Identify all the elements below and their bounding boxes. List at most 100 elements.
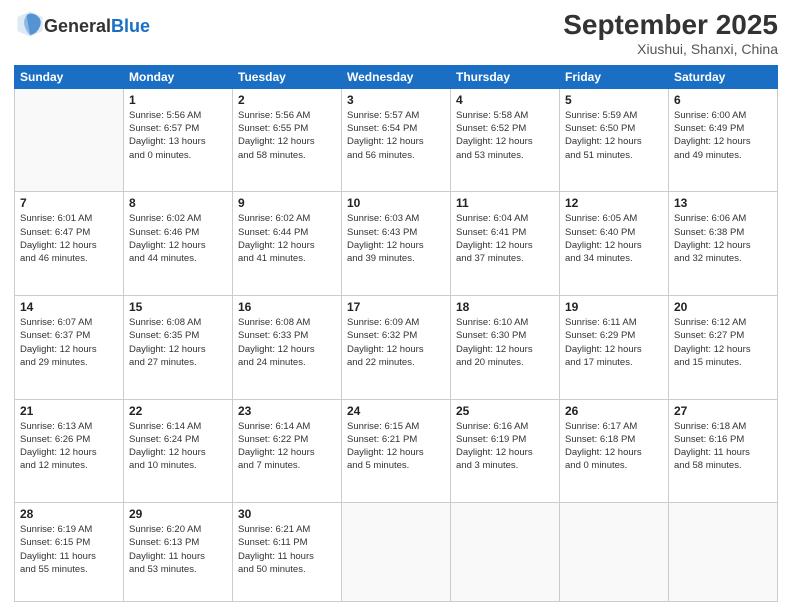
day-number: 24 (347, 404, 445, 418)
day-info: Sunrise: 6:15 AM Sunset: 6:21 PM Dayligh… (347, 420, 445, 473)
day-number: 11 (456, 196, 554, 210)
calendar-cell: 7 Sunrise: 6:01 AM Sunset: 6:47 PM Daylig… (15, 192, 124, 296)
calendar-cell: 21Sunrise: 6:13 AM Sunset: 6:26 PM Dayli… (15, 399, 124, 503)
calendar-cell: 30 Sunrise: 6:21 AM Sunset: 6:11 PM Dayli… (233, 503, 342, 602)
calendar-cell (342, 503, 451, 602)
calendar-week-1: 1Sunrise: 5:56 AM Sunset: 6:57 PM Daylig… (15, 88, 778, 192)
calendar-body: 1Sunrise: 5:56 AM Sunset: 6:57 PM Daylig… (15, 88, 778, 601)
day-number: 22 (129, 404, 227, 418)
day-number: 27 (674, 404, 772, 418)
day-info: Sunrise: 6:20 AM Sunset: 6:13 PM Dayligh… (129, 523, 227, 576)
day-number: 30 (238, 507, 336, 521)
calendar-week-2: 7 Sunrise: 6:01 AM Sunset: 6:47 PM Daylig… (15, 192, 778, 296)
day-number: 25 (456, 404, 554, 418)
day-info: Sunrise: 6:02 AM Sunset: 6:44 PM Dayligh… (238, 212, 336, 265)
calendar-cell: 5 Sunrise: 5:59 AM Sunset: 6:50 PM Daylig… (560, 88, 669, 192)
day-number: 2 (238, 93, 336, 107)
day-info: Sunrise: 6:17 AM Sunset: 6:18 PM Dayligh… (565, 420, 663, 473)
calendar-cell: 29 Sunrise: 6:20 AM Sunset: 6:13 PM Dayli… (124, 503, 233, 602)
calendar-cell (451, 503, 560, 602)
logo-blue: Blue (111, 17, 150, 35)
day-number: 21 (20, 404, 118, 418)
calendar-cell: 1Sunrise: 5:56 AM Sunset: 6:57 PM Daylig… (124, 88, 233, 192)
calendar-cell: 13 Sunrise: 6:06 AM Sunset: 6:38 PM Dayli… (669, 192, 778, 296)
day-header-friday: Friday (560, 65, 669, 88)
calendar-week-4: 21Sunrise: 6:13 AM Sunset: 6:26 PM Dayli… (15, 399, 778, 503)
day-number: 9 (238, 196, 336, 210)
day-number: 3 (347, 93, 445, 107)
logo-icon (16, 10, 44, 38)
day-info: Sunrise: 6:00 AM Sunset: 6:49 PM Dayligh… (674, 109, 772, 162)
calendar-cell: 24 Sunrise: 6:15 AM Sunset: 6:21 PM Dayli… (342, 399, 451, 503)
calendar-cell: 27 Sunrise: 6:18 AM Sunset: 6:16 PM Dayli… (669, 399, 778, 503)
calendar-cell: 10Sunrise: 6:03 AM Sunset: 6:43 PM Dayli… (342, 192, 451, 296)
day-number: 5 (565, 93, 663, 107)
day-info: Sunrise: 5:57 AM Sunset: 6:54 PM Dayligh… (347, 109, 445, 162)
calendar-cell: 16Sunrise: 6:08 AM Sunset: 6:33 PM Dayli… (233, 295, 342, 399)
day-info: Sunrise: 6:03 AM Sunset: 6:43 PM Dayligh… (347, 212, 445, 265)
day-info: Sunrise: 5:58 AM Sunset: 6:52 PM Dayligh… (456, 109, 554, 162)
day-header-monday: Monday (124, 65, 233, 88)
day-header-saturday: Saturday (669, 65, 778, 88)
day-number: 7 (20, 196, 118, 210)
day-info: Sunrise: 6:07 AM Sunset: 6:37 PM Dayligh… (20, 316, 118, 369)
calendar-cell: 8 Sunrise: 6:02 AM Sunset: 6:46 PM Daylig… (124, 192, 233, 296)
day-number: 6 (674, 93, 772, 107)
day-info: Sunrise: 5:59 AM Sunset: 6:50 PM Dayligh… (565, 109, 663, 162)
calendar-cell: 25 Sunrise: 6:16 AM Sunset: 6:19 PM Dayli… (451, 399, 560, 503)
day-number: 17 (347, 300, 445, 314)
day-info: Sunrise: 5:56 AM Sunset: 6:55 PM Dayligh… (238, 109, 336, 162)
day-info: Sunrise: 6:01 AM Sunset: 6:47 PM Dayligh… (20, 212, 118, 265)
calendar-cell: 6 Sunrise: 6:00 AM Sunset: 6:49 PM Daylig… (669, 88, 778, 192)
day-number: 18 (456, 300, 554, 314)
calendar-cell: 11Sunrise: 6:04 AM Sunset: 6:41 PM Dayli… (451, 192, 560, 296)
calendar-week-5: 28Sunrise: 6:19 AM Sunset: 6:15 PM Dayli… (15, 503, 778, 602)
calendar-cell (669, 503, 778, 602)
day-number: 20 (674, 300, 772, 314)
calendar-cell (560, 503, 669, 602)
day-number: 4 (456, 93, 554, 107)
calendar-cell: 28Sunrise: 6:19 AM Sunset: 6:15 PM Dayli… (15, 503, 124, 602)
calendar-cell (15, 88, 124, 192)
logo-general: General (44, 17, 111, 35)
day-info: Sunrise: 6:14 AM Sunset: 6:22 PM Dayligh… (238, 420, 336, 473)
calendar: SundayMondayTuesdayWednesdayThursdayFrid… (14, 65, 778, 602)
logo: General Blue (14, 10, 150, 41)
day-info: Sunrise: 6:11 AM Sunset: 6:29 PM Dayligh… (565, 316, 663, 369)
day-info: Sunrise: 6:21 AM Sunset: 6:11 PM Dayligh… (238, 523, 336, 576)
day-info: Sunrise: 6:16 AM Sunset: 6:19 PM Dayligh… (456, 420, 554, 473)
day-number: 16 (238, 300, 336, 314)
day-number: 23 (238, 404, 336, 418)
calendar-cell: 3 Sunrise: 5:57 AM Sunset: 6:54 PM Daylig… (342, 88, 451, 192)
day-info: Sunrise: 5:56 AM Sunset: 6:57 PM Dayligh… (129, 109, 227, 162)
calendar-cell: 14 Sunrise: 6:07 AM Sunset: 6:37 PM Dayli… (15, 295, 124, 399)
calendar-cell: 23 Sunrise: 6:14 AM Sunset: 6:22 PM Dayli… (233, 399, 342, 503)
calendar-cell: 12Sunrise: 6:05 AM Sunset: 6:40 PM Dayli… (560, 192, 669, 296)
day-number: 19 (565, 300, 663, 314)
calendar-cell: 22Sunrise: 6:14 AM Sunset: 6:24 PM Dayli… (124, 399, 233, 503)
day-info: Sunrise: 6:06 AM Sunset: 6:38 PM Dayligh… (674, 212, 772, 265)
month-title: September 2025 (563, 10, 778, 41)
calendar-cell: 9 Sunrise: 6:02 AM Sunset: 6:44 PM Daylig… (233, 192, 342, 296)
day-header-tuesday: Tuesday (233, 65, 342, 88)
day-info: Sunrise: 6:05 AM Sunset: 6:40 PM Dayligh… (565, 212, 663, 265)
calendar-week-3: 14 Sunrise: 6:07 AM Sunset: 6:37 PM Dayli… (15, 295, 778, 399)
day-header-thursday: Thursday (451, 65, 560, 88)
calendar-cell: 18 Sunrise: 6:10 AM Sunset: 6:30 PM Dayli… (451, 295, 560, 399)
day-number: 13 (674, 196, 772, 210)
day-number: 29 (129, 507, 227, 521)
subtitle: Xiushui, Shanxi, China (563, 41, 778, 57)
day-header-sunday: Sunday (15, 65, 124, 88)
day-info: Sunrise: 6:10 AM Sunset: 6:30 PM Dayligh… (456, 316, 554, 369)
calendar-cell: 17Sunrise: 6:09 AM Sunset: 6:32 PM Dayli… (342, 295, 451, 399)
calendar-cell: 26Sunrise: 6:17 AM Sunset: 6:18 PM Dayli… (560, 399, 669, 503)
title-area: September 2025 Xiushui, Shanxi, China (563, 10, 778, 57)
day-number: 14 (20, 300, 118, 314)
day-number: 8 (129, 196, 227, 210)
day-info: Sunrise: 6:19 AM Sunset: 6:15 PM Dayligh… (20, 523, 118, 576)
day-info: Sunrise: 6:18 AM Sunset: 6:16 PM Dayligh… (674, 420, 772, 473)
day-header-wednesday: Wednesday (342, 65, 451, 88)
day-info: Sunrise: 6:02 AM Sunset: 6:46 PM Dayligh… (129, 212, 227, 265)
calendar-cell: 4 Sunrise: 5:58 AM Sunset: 6:52 PM Daylig… (451, 88, 560, 192)
calendar-header: SundayMondayTuesdayWednesdayThursdayFrid… (15, 65, 778, 88)
